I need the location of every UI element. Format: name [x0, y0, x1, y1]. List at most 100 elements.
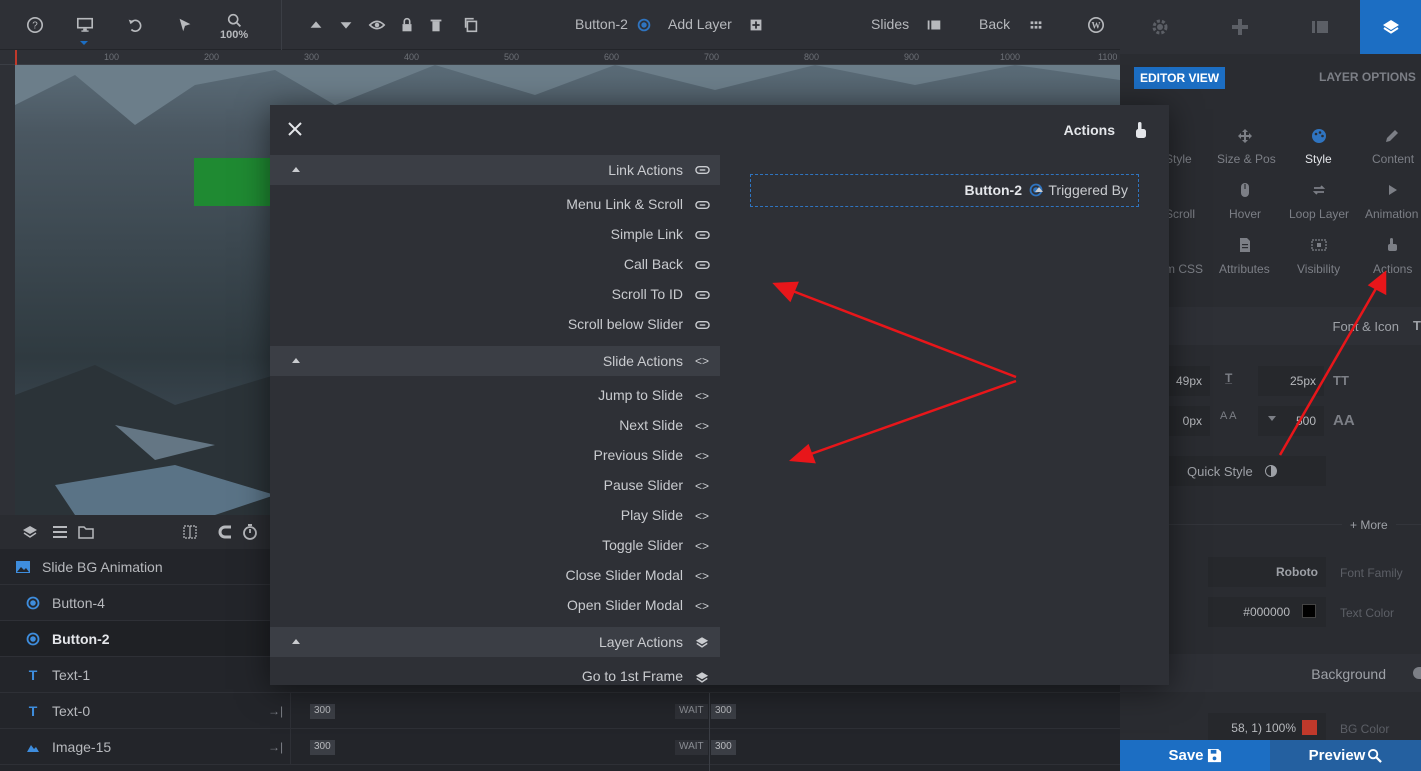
close-icon[interactable]	[286, 120, 304, 138]
wait-chip[interactable]: WAIT	[675, 740, 708, 755]
loop-icon[interactable]	[1311, 182, 1327, 198]
layer-row-text-0[interactable]: T Text-0 →| 300 WAIT 300	[0, 693, 1120, 729]
action-toggle-slider[interactable]: Toggle Slider	[602, 537, 683, 553]
grid-icon[interactable]	[1025, 14, 1047, 36]
editor-view-toggle[interactable]: EDITOR VIEW	[1134, 67, 1226, 89]
group-layer-actions[interactable]: Layer Actions	[270, 627, 720, 657]
font-family-select[interactable]: Roboto	[1208, 557, 1326, 587]
list-icon[interactable]	[52, 525, 68, 539]
undo-icon[interactable]	[124, 14, 146, 36]
delete-icon[interactable]	[425, 14, 447, 36]
action-close-slider-modal[interactable]: Close Slider Modal	[566, 567, 684, 583]
move-down-icon[interactable]	[335, 14, 357, 36]
tab-loop-layer[interactable]: Loop Layer	[1289, 207, 1349, 221]
arrow-to-end-icon[interactable]: →|	[268, 704, 283, 718]
slides-button[interactable]: Slides	[871, 16, 909, 32]
settings-tab[interactable]	[1120, 0, 1200, 54]
layers-icon[interactable]	[22, 524, 38, 540]
start-time-chip[interactable]: 300	[310, 704, 335, 719]
current-layer-name[interactable]: Button-2	[575, 16, 628, 32]
wait-chip[interactable]: WAIT	[675, 704, 708, 719]
help-icon[interactable]: ?	[24, 14, 46, 36]
tab-scroll[interactable]: Scroll	[1165, 207, 1195, 221]
pencil-icon[interactable]	[1384, 128, 1400, 144]
caret-up-icon	[1035, 187, 1043, 192]
tab-content[interactable]: Content	[1372, 152, 1414, 166]
lock-icon[interactable]	[396, 14, 418, 36]
ruler-tick: 700	[704, 52, 720, 62]
wait-time-chip[interactable]: 300	[711, 740, 736, 755]
tab-size-pos[interactable]: Size & Pos	[1217, 152, 1276, 166]
action-call-back[interactable]: Call Back	[624, 256, 683, 272]
tab-hover[interactable]: Hover	[1229, 207, 1261, 221]
desktop-icon[interactable]	[74, 14, 96, 36]
slides-icon[interactable]	[923, 14, 945, 36]
palette-icon[interactable]	[1311, 128, 1327, 144]
add-layer-icon[interactable]	[745, 14, 767, 36]
action-jump-to-slide[interactable]: Jump to Slide	[598, 387, 683, 403]
arrow-to-end-icon[interactable]: →|	[268, 740, 283, 754]
visibility-icon[interactable]	[366, 14, 388, 36]
tab-actions[interactable]: Actions	[1373, 262, 1412, 276]
visibility-icon[interactable]	[1311, 237, 1327, 253]
action-previous-slide[interactable]: Previous Slide	[594, 447, 684, 463]
preview-button[interactable]: Preview	[1270, 740, 1421, 771]
action-scroll-to-id[interactable]: Scroll To ID	[612, 286, 683, 302]
action-simple-link[interactable]: Simple Link	[611, 226, 683, 242]
tab-style-label[interactable]: Style	[1165, 152, 1192, 166]
wordpress-icon[interactable]: W	[1085, 14, 1107, 36]
quick-style-button[interactable]: Quick Style	[1168, 456, 1326, 486]
tab-visibility[interactable]: Visibility	[1297, 262, 1340, 276]
wait-time-chip[interactable]: 300	[711, 704, 736, 719]
play-icon[interactable]	[1384, 182, 1400, 198]
tab-custom-css[interactable]: m CSS	[1165, 262, 1203, 276]
green-button-layer[interactable]	[194, 158, 274, 206]
add-layer-button[interactable]: Add Layer	[668, 16, 732, 32]
group-slide-actions[interactable]: Slide Actions <>	[270, 346, 720, 376]
link-icon	[694, 228, 710, 242]
hand-pointer-icon[interactable]	[1384, 237, 1400, 253]
group-link-actions[interactable]: Link Actions	[270, 155, 720, 185]
letter-spacing-input[interactable]: 0px	[1168, 406, 1210, 436]
duplicate-icon[interactable]	[460, 14, 482, 36]
layer-options-label[interactable]: LAYER OPTIONS	[1319, 70, 1416, 84]
magnet-icon[interactable]	[218, 524, 234, 540]
letter-spacing-icon: A A	[1220, 410, 1237, 422]
grid-snap-icon[interactable]	[182, 524, 198, 540]
layers-tab[interactable]	[1360, 0, 1421, 54]
gamepad-icon	[1232, 19, 1248, 35]
start-time-chip[interactable]: 300	[310, 740, 335, 755]
action-menu-link-scroll[interactable]: Menu Link & Scroll	[566, 196, 683, 212]
stopwatch-icon[interactable]	[242, 523, 258, 541]
tab-attributes[interactable]: Attributes	[1219, 262, 1270, 276]
tab-animation[interactable]: Animation	[1365, 207, 1418, 221]
mouse-icon[interactable]	[1237, 182, 1253, 198]
action-play-slide[interactable]: Play Slide	[621, 507, 683, 523]
text-color-swatch[interactable]	[1302, 604, 1316, 618]
move-up-icon[interactable]	[305, 14, 327, 36]
back-button[interactable]: Back	[979, 16, 1010, 32]
floppy-disk-icon	[1207, 748, 1221, 763]
more-options-link[interactable]: + More	[1342, 518, 1396, 532]
navigation-tab[interactable]	[1200, 0, 1280, 54]
slides-tab[interactable]	[1280, 0, 1360, 54]
line-height-input[interactable]: 25px	[1258, 366, 1324, 396]
paint-drop-icon	[1413, 667, 1421, 679]
font-weight-select[interactable]: 500	[1258, 406, 1324, 436]
save-button[interactable]: Save	[1120, 740, 1270, 771]
font-size-input[interactable]: 49px	[1168, 366, 1210, 396]
document-icon[interactable]	[1237, 237, 1253, 253]
triggered-by-box[interactable]: Button-2 Triggered By	[750, 174, 1139, 207]
action-go-to-1st-frame[interactable]: Go to 1st Frame	[582, 668, 683, 684]
action-scroll-below-slider[interactable]: Scroll below Slider	[568, 316, 683, 332]
action-pause-slider[interactable]: Pause Slider	[604, 477, 683, 493]
action-open-slider-modal[interactable]: Open Slider Modal	[567, 597, 683, 613]
move-icon[interactable]	[1237, 128, 1253, 144]
text-icon: T	[28, 667, 38, 683]
layer-row-image-15[interactable]: Image-15 →| 300 WAIT 300	[0, 729, 1120, 765]
bg-color-swatch[interactable]	[1302, 720, 1317, 735]
pointer-icon[interactable]	[174, 14, 196, 36]
tab-style[interactable]: Style	[1305, 152, 1332, 166]
action-next-slide[interactable]: Next Slide	[619, 417, 683, 433]
folder-icon[interactable]	[78, 525, 94, 539]
